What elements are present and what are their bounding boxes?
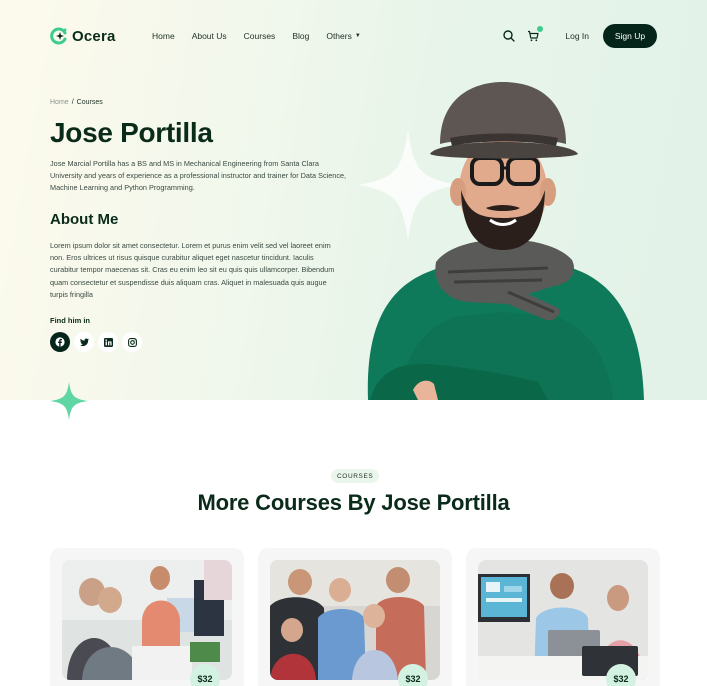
- instructor-name: Jose Portilla: [50, 117, 213, 148]
- brand-name: Ocera: [72, 27, 116, 45]
- hero-section: Ocera Home About Us Courses Blog Others ▼…: [0, 0, 707, 400]
- instructor-portrait: [367, 82, 644, 400]
- cart-badge: [537, 26, 544, 32]
- menu-item-courses[interactable]: Courses: [244, 31, 276, 41]
- social-links: [50, 332, 142, 352]
- cart-icon[interactable]: [525, 26, 544, 44]
- search-icon[interactable]: [501, 28, 517, 44]
- section-badge: COURSES: [331, 469, 380, 483]
- menu-label: Blog: [292, 31, 310, 41]
- course-image: [62, 560, 232, 680]
- instagram-icon[interactable]: [122, 332, 142, 352]
- menu-item-home[interactable]: Home: [152, 31, 175, 41]
- breadcrumb-separator: /: [71, 99, 74, 106]
- breadcrumb: Home / Courses: [50, 99, 103, 106]
- course-image: [270, 560, 440, 680]
- menu-label: Courses: [243, 31, 276, 41]
- menu-label: Others: [326, 31, 352, 41]
- linkedin-icon[interactable]: [98, 332, 118, 352]
- instructor-bio: Jose Marcial Portilla has a BS and MS in…: [50, 159, 347, 192]
- twitter-icon[interactable]: [74, 332, 94, 352]
- find-him-label: Find him in: [50, 316, 90, 325]
- facebook-icon[interactable]: [50, 332, 70, 352]
- menu-item-about[interactable]: About Us: [192, 31, 227, 41]
- course-card[interactable]: [258, 548, 452, 686]
- nav-actions: Log In Sign Up: [501, 24, 657, 48]
- price-badge: $32: [190, 664, 220, 686]
- course-image: [478, 560, 648, 680]
- login-link[interactable]: Log In: [565, 31, 589, 41]
- menu-item-blog[interactable]: Blog: [292, 31, 309, 41]
- menu-label: Home: [152, 31, 175, 41]
- price-badge: $32: [606, 664, 636, 686]
- menu-item-others[interactable]: Others ▼: [326, 31, 360, 41]
- brand-logo[interactable]: Ocera: [50, 27, 116, 45]
- about-heading: About Me: [50, 211, 119, 228]
- main-menu: Home About Us Courses Blog Others ▼: [152, 31, 378, 41]
- sparkle-decoration-icon: [50, 382, 88, 420]
- breadcrumb-home[interactable]: Home: [50, 99, 69, 106]
- caret-down-icon: ▼: [354, 33, 361, 39]
- breadcrumb-current: Courses: [76, 99, 103, 106]
- menu-label: About Us: [191, 31, 227, 41]
- price-badge: $32: [398, 664, 428, 686]
- signup-button[interactable]: Sign Up: [603, 24, 657, 48]
- courses-section-title: More Courses By Jose Portilla: [197, 490, 510, 515]
- course-card[interactable]: [50, 548, 244, 686]
- navbar: Ocera Home About Us Courses Blog Others ▼…: [0, 0, 707, 72]
- about-text: Lorem ipsum dolor sit amet consectetur. …: [50, 241, 335, 299]
- course-card[interactable]: [466, 548, 660, 686]
- logo-icon: [50, 27, 67, 45]
